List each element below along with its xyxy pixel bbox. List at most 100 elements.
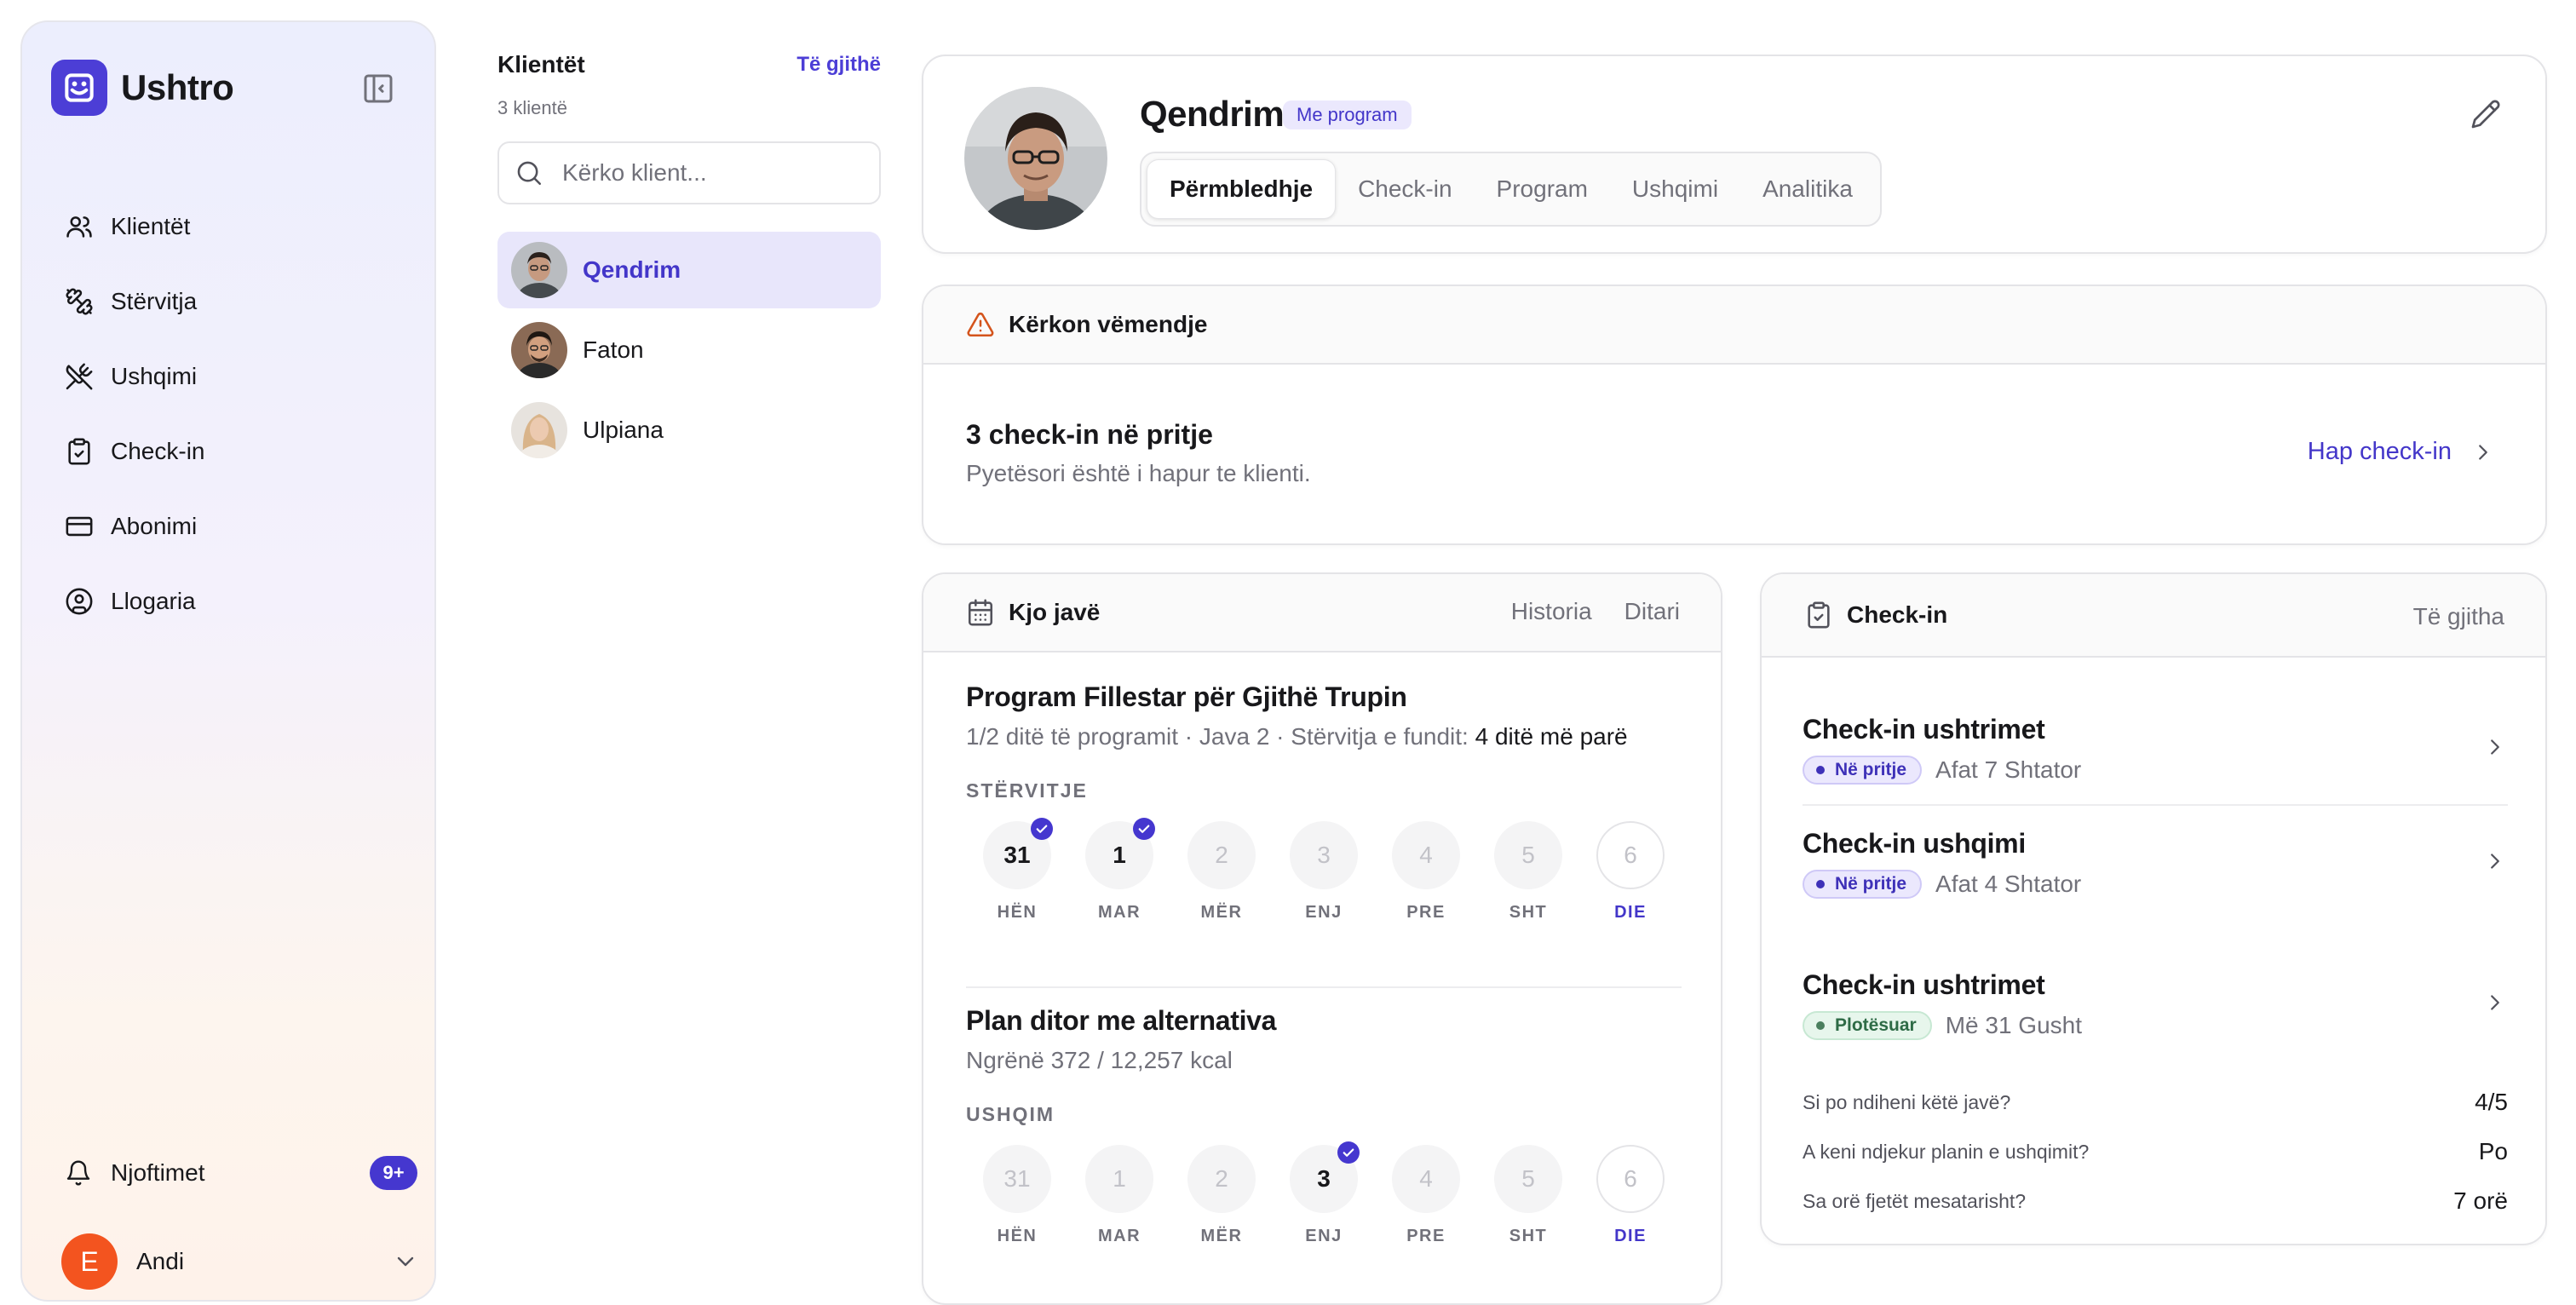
question-text: Si po ndiheni këtë javë? bbox=[1803, 1090, 2011, 1113]
sidebar-item-abonimi[interactable]: Abonimi bbox=[44, 489, 416, 564]
client-list: Qendrim Faton Ulpiana bbox=[497, 232, 881, 469]
see-all-clients-link[interactable]: Të gjithë bbox=[796, 53, 881, 77]
tab-analitika[interactable]: Analitika bbox=[1740, 159, 1875, 219]
sidebar-item-ushqimi[interactable]: Ushqimi bbox=[44, 339, 416, 414]
day-number-text: 31 bbox=[1003, 842, 1031, 868]
day-number: 6 bbox=[1596, 1145, 1665, 1213]
day-number-text: 2 bbox=[1215, 1165, 1228, 1192]
check-in-item-title: Check-in ushtrimet bbox=[1803, 969, 2045, 1000]
bell-icon bbox=[65, 1159, 92, 1187]
day-number-text: 5 bbox=[1521, 842, 1535, 868]
history-link[interactable]: Historia bbox=[1511, 598, 1592, 625]
answer-value: 4/5 bbox=[2475, 1089, 2508, 1115]
diary-link[interactable]: Ditari bbox=[1624, 598, 1680, 625]
attention-subtitle: Pyetësori është i hapur te klienti. bbox=[966, 460, 1311, 486]
client-name: Faton bbox=[583, 336, 644, 363]
day-cell[interactable]: 6 DIE bbox=[1579, 821, 1682, 923]
day-cell[interactable]: 3 ENJ bbox=[1273, 821, 1375, 923]
tab-check-in[interactable]: Check-in bbox=[1336, 159, 1474, 219]
day-cell[interactable]: 31 HËN bbox=[966, 818, 1068, 923]
notifications-item[interactable]: Njoftimet 9+ bbox=[65, 1156, 417, 1190]
profile-avatar bbox=[964, 87, 1107, 230]
sidebar-item-klientet[interactable]: Klientët bbox=[44, 189, 416, 264]
check-in-item[interactable]: Check-in ushtrimet Në pritje Afat 7 Shta… bbox=[1803, 714, 2508, 785]
day-label: SHT bbox=[1509, 903, 1548, 922]
day-cell[interactable]: 6 DIE bbox=[1579, 1145, 1682, 1246]
open-check-in-link[interactable]: Hap check-in bbox=[2308, 438, 2496, 466]
day-number: 2 bbox=[1187, 1145, 1256, 1213]
status-pill-label: Në pritje bbox=[1835, 760, 1907, 779]
day-label: MËR bbox=[1200, 1227, 1243, 1245]
day-label: ENJ bbox=[1305, 1227, 1343, 1245]
client-avatar bbox=[511, 242, 567, 298]
search-box bbox=[497, 141, 881, 204]
day-number-text: 1 bbox=[1113, 1165, 1126, 1192]
check-icon bbox=[1031, 818, 1053, 840]
training-days: 31 HËN 1 MAR 2 MËR 3 ENJ 4 PRE 5 SHT 6 DIE bbox=[966, 818, 1682, 923]
sidebar-nav: Klientët Stërvitja Ushqimi Check-in Abon… bbox=[44, 189, 416, 639]
day-number: 2 bbox=[1187, 821, 1256, 889]
day-cell[interactable]: 3 ENJ bbox=[1273, 1141, 1375, 1246]
clients-panel: Klientët Të gjithë 3 klientë Qendrim Fat… bbox=[497, 51, 881, 472]
day-cell[interactable]: 1 MAR bbox=[1068, 1145, 1170, 1246]
calendar-icon bbox=[966, 598, 995, 627]
see-all-check-ins-link[interactable]: Të gjitha bbox=[2413, 603, 2504, 630]
day-label: HËN bbox=[997, 903, 1038, 922]
profile-tabs: Përmbledhje Check-in Program Ushqimi Ana… bbox=[1140, 152, 1882, 227]
day-number-text: 6 bbox=[1624, 1165, 1637, 1192]
check-in-card: Check-in Të gjitha Check-in ushtrimet Në… bbox=[1760, 572, 2547, 1245]
client-item-qendrim[interactable]: Qendrim bbox=[497, 232, 881, 308]
tab-program[interactable]: Program bbox=[1475, 159, 1610, 219]
day-label: HËN bbox=[997, 1227, 1038, 1245]
day-cell[interactable]: 1 MAR bbox=[1068, 818, 1170, 923]
day-cell[interactable]: 5 SHT bbox=[1477, 821, 1579, 923]
status-pill-label: Në pritje bbox=[1835, 874, 1907, 894]
sidebar-item-stervitja[interactable]: Stërvitja bbox=[44, 264, 416, 339]
status-pill: Plotësuar bbox=[1803, 1011, 1932, 1040]
edit-pencil-icon[interactable] bbox=[2470, 99, 2501, 129]
client-name: Qendrim bbox=[583, 256, 681, 283]
program-subtitle-text: 1/2 ditë të programit · Java 2 · Stërvit… bbox=[966, 723, 1469, 750]
tab-permbledhje[interactable]: Përmbledhje bbox=[1147, 159, 1337, 219]
day-number-text: 31 bbox=[1003, 1165, 1031, 1192]
sidebar-item-label: Klientët bbox=[111, 213, 191, 239]
user-menu[interactable]: E Andi bbox=[61, 1233, 419, 1290]
sidebar: Ushtro Klientët Stërvitja Ushqimi Check-… bbox=[20, 20, 436, 1302]
brand[interactable]: Ushtro bbox=[51, 60, 234, 116]
day-cell[interactable]: 4 PRE bbox=[1375, 1145, 1477, 1246]
tab-ushqimi[interactable]: Ushqimi bbox=[1610, 159, 1740, 219]
answer-value: Po bbox=[2478, 1138, 2508, 1164]
credit-card-icon bbox=[65, 512, 94, 541]
answer-row: Sa orë fjetët mesatarisht? 7 orë bbox=[1803, 1187, 2508, 1215]
divider bbox=[1803, 804, 2508, 806]
day-number: 4 bbox=[1392, 1145, 1460, 1213]
day-label: SHT bbox=[1509, 1227, 1548, 1245]
check-in-date: Më 31 Gusht bbox=[1945, 1012, 2083, 1038]
question-text: Sa orë fjetët mesatarisht? bbox=[1803, 1189, 2027, 1212]
sidebar-item-label: Check-in bbox=[111, 438, 205, 464]
search-input[interactable] bbox=[562, 159, 852, 187]
day-number: 1 bbox=[1085, 1145, 1153, 1213]
check-in-item[interactable]: Check-in ushtrimet Plotësuar Më 31 Gusht bbox=[1803, 969, 2508, 1040]
sidebar-item-llogaria[interactable]: Llogaria bbox=[44, 564, 416, 639]
client-item-faton[interactable]: Faton bbox=[497, 312, 881, 388]
day-cell[interactable]: 4 PRE bbox=[1375, 821, 1477, 923]
clients-count: 3 klientë bbox=[497, 97, 567, 118]
day-cell[interactable]: 31 HËN bbox=[966, 1145, 1068, 1246]
answer-row: A keni ndjekur planin e ushqimit? Po bbox=[1803, 1138, 2508, 1165]
check-in-item[interactable]: Check-in ushqimi Në pritje Afat 4 Shtato… bbox=[1803, 828, 2508, 899]
check-in-due: Afat 4 Shtator bbox=[1935, 871, 2082, 897]
last-workout-value: 4 ditë më parë bbox=[1475, 723, 1628, 750]
sidebar-collapse-icon[interactable] bbox=[361, 72, 395, 106]
this-week-title: Kjo javë bbox=[1009, 599, 1101, 625]
chevron-right-icon bbox=[2482, 848, 2508, 874]
user-circle-icon bbox=[65, 587, 94, 616]
day-cell[interactable]: 2 MËR bbox=[1170, 1145, 1273, 1246]
sidebar-item-check-in[interactable]: Check-in bbox=[44, 414, 416, 489]
check-icon bbox=[1337, 1141, 1360, 1164]
attention-header: Kërkon vëmendje bbox=[923, 286, 2545, 365]
day-cell[interactable]: 2 MËR bbox=[1170, 821, 1273, 923]
client-item-ulpiana[interactable]: Ulpiana bbox=[497, 392, 881, 469]
day-cell[interactable]: 5 SHT bbox=[1477, 1145, 1579, 1246]
day-label: MAR bbox=[1097, 1227, 1141, 1245]
